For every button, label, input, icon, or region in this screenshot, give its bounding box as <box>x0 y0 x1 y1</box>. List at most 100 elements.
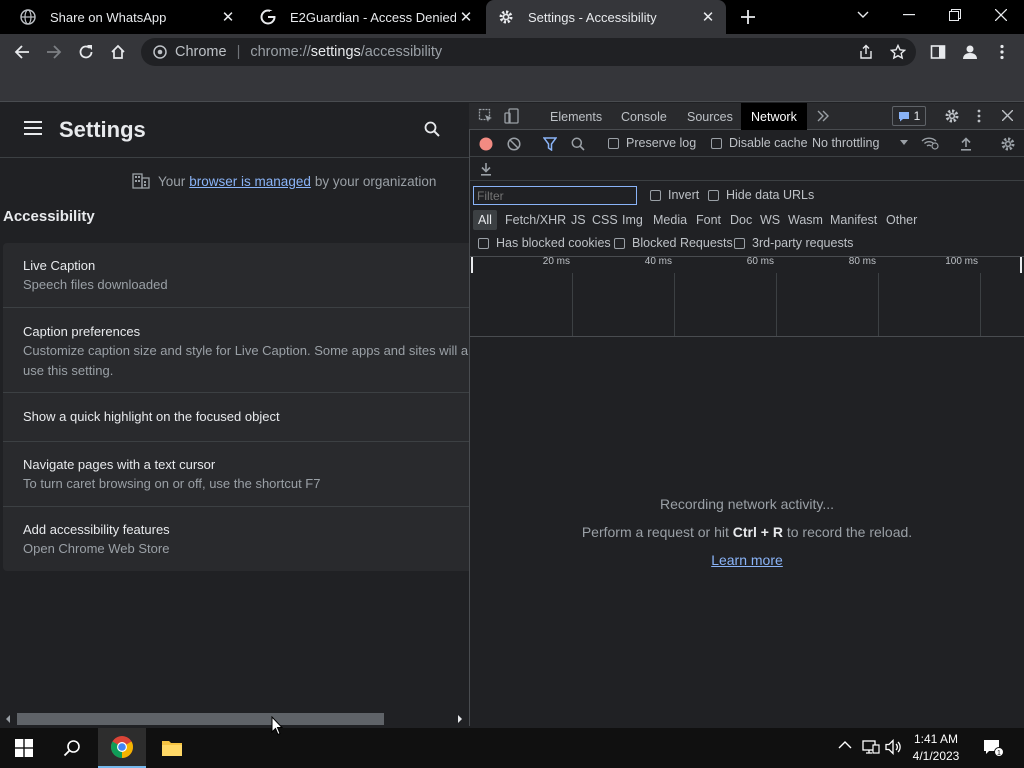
back-button[interactable] <box>10 40 34 64</box>
third-party-requests-checkbox[interactable]: 3rd-party requests <box>734 236 853 250</box>
share-icon[interactable] <box>854 40 878 64</box>
checkbox-box <box>734 237 745 249</box>
clock-date: 4/1/2023 <box>912 749 960 763</box>
learn-more-link[interactable]: Learn more <box>711 552 783 568</box>
network-toolbar-row2 <box>470 157 1024 181</box>
close-devtools-icon[interactable] <box>1002 110 1013 121</box>
network-conditions-icon[interactable] <box>921 136 939 150</box>
close-tab-icon[interactable]: ✕ <box>456 7 476 27</box>
filter-type-doc[interactable]: Doc <box>725 210 757 230</box>
reload-button[interactable] <box>74 40 98 64</box>
setting-row-caret-browsing[interactable]: Navigate pages with a text cursor To tur… <box>3 441 469 506</box>
blocked-requests-checkbox[interactable]: Blocked Requests <box>614 236 733 250</box>
home-button[interactable] <box>106 40 130 64</box>
hide-data-urls-checkbox[interactable]: Hide data URLs <box>708 188 814 202</box>
checkbox-box <box>711 137 722 149</box>
taskbar-clock[interactable]: 1:41 AM 4/1/2023 <box>896 731 976 765</box>
devtools-tab-sources[interactable]: Sources <box>677 103 743 130</box>
new-tab-button[interactable] <box>736 5 760 29</box>
tab-share-on-whatsapp[interactable]: Share on WhatsApp ✕ <box>8 0 246 34</box>
filter-type-other[interactable]: Other <box>881 210 922 230</box>
close-tab-icon[interactable]: ✕ <box>698 7 718 27</box>
network-settings-gear-icon[interactable] <box>1000 136 1016 152</box>
filter-type-ws[interactable]: WS <box>755 210 785 230</box>
timeline-tick-label: 20 ms <box>542 256 570 267</box>
devtools-menu-icon[interactable] <box>977 109 981 123</box>
invert-checkbox[interactable]: Invert <box>650 188 699 202</box>
taskbar-chrome-icon[interactable] <box>98 728 146 768</box>
network-overview-timeline[interactable] <box>470 256 1024 337</box>
setting-row-add-accessibility-features[interactable]: Add accessibility features Open Chrome W… <box>3 506 469 571</box>
timeline-left-handle[interactable] <box>471 257 473 273</box>
tab-search-button[interactable] <box>840 0 886 30</box>
minimize-button[interactable] <box>886 0 932 30</box>
filter-type-wasm[interactable]: Wasm <box>783 210 828 230</box>
devtools-tab-elements[interactable]: Elements <box>540 103 612 130</box>
forward-button[interactable] <box>42 40 66 64</box>
browser-managed-link[interactable]: browser is managed <box>189 174 311 189</box>
timeline-tick-label: 80 ms <box>848 256 876 267</box>
row-title: Show a quick highlight on the focused ob… <box>23 409 280 424</box>
record-button-icon[interactable] <box>479 137 493 151</box>
managed-prefix: Your <box>158 173 186 189</box>
setting-row-caption-preferences[interactable]: Caption preferences Customize caption si… <box>3 307 469 392</box>
throttling-select[interactable]: No throttling <box>812 136 908 150</box>
tab-settings-accessibility[interactable]: Settings - Accessibility ✕ <box>486 0 726 34</box>
timeline-right-handle[interactable] <box>1020 257 1022 273</box>
inspect-element-icon[interactable] <box>478 108 494 124</box>
filter-type-fetch-xhr[interactable]: Fetch/XHR <box>500 210 571 230</box>
devtools-settings-gear-icon[interactable] <box>944 108 960 124</box>
search-icon[interactable] <box>424 121 440 137</box>
taskbar-file-explorer-icon[interactable] <box>148 728 196 768</box>
tab-e2guardian[interactable]: E2Guardian - Access Denied ✕ <box>248 0 484 34</box>
row-title: Caption preferences <box>23 324 141 339</box>
close-window-button[interactable] <box>978 0 1024 30</box>
profile-icon[interactable] <box>958 40 982 64</box>
filter-type-font[interactable]: Font <box>691 210 726 230</box>
show-hidden-icons-chevron[interactable] <box>838 740 852 750</box>
scrollbar-thumb[interactable] <box>17 713 384 725</box>
bookmark-star-icon[interactable] <box>886 40 910 64</box>
tab-title: Share on WhatsApp <box>50 9 167 25</box>
export-har-icon[interactable] <box>480 162 492 176</box>
more-tabs-chevron-icon[interactable] <box>816 109 830 123</box>
scroll-left-arrow-icon[interactable] <box>4 714 12 724</box>
checkbox-label: Has blocked cookies <box>496 236 611 250</box>
mouse-cursor <box>271 716 283 736</box>
google-icon <box>260 9 276 25</box>
side-panel-icon[interactable] <box>926 40 950 64</box>
windows-start-icon[interactable] <box>0 728 48 768</box>
issues-icon <box>898 111 910 122</box>
close-tab-icon[interactable]: ✕ <box>218 7 238 27</box>
clear-icon[interactable] <box>507 137 521 151</box>
kebab-menu-icon[interactable] <box>990 40 1014 64</box>
hamburger-menu-icon[interactable] <box>24 121 42 135</box>
checkbox-label: Blocked Requests <box>632 236 733 250</box>
devtools-tab-network[interactable]: Network <box>741 103 807 130</box>
filter-funnel-icon[interactable] <box>543 137 557 151</box>
restore-button[interactable] <box>932 0 978 30</box>
setting-row-focus-highlight[interactable]: Show a quick highlight on the focused ob… <box>3 392 469 441</box>
preserve-log-checkbox[interactable]: Preserve log <box>608 136 696 150</box>
filter-type-all[interactable]: All <box>473 210 497 230</box>
filter-type-img[interactable]: Img <box>617 210 648 230</box>
dropdown-caret-icon <box>900 140 908 146</box>
filter-type-media[interactable]: Media <box>648 210 692 230</box>
notification-center-icon[interactable]: 1 <box>982 738 1004 758</box>
clock-time: 1:41 AM <box>913 732 959 746</box>
filter-type-manifest[interactable]: Manifest <box>825 210 882 230</box>
filter-input[interactable] <box>473 186 637 205</box>
taskbar-search-icon[interactable] <box>48 728 96 768</box>
scroll-right-arrow-icon[interactable] <box>456 714 464 724</box>
has-blocked-cookies-checkbox[interactable]: Has blocked cookies <box>478 236 611 250</box>
network-tray-icon[interactable] <box>862 739 880 755</box>
devtools-tab-console[interactable]: Console <box>611 103 677 130</box>
omnibox[interactable]: Chrome | chrome://settings/accessibility <box>141 38 916 66</box>
issues-counter[interactable]: 1 <box>892 106 926 126</box>
disable-cache-checkbox[interactable]: Disable cache <box>711 136 808 150</box>
section-title: Accessibility <box>3 208 95 225</box>
setting-row-live-caption[interactable]: Live Caption Speech files downloaded <box>3 243 469 307</box>
search-icon[interactable] <box>571 137 585 151</box>
device-toolbar-icon[interactable] <box>504 108 522 124</box>
import-har-icon[interactable] <box>960 137 972 151</box>
